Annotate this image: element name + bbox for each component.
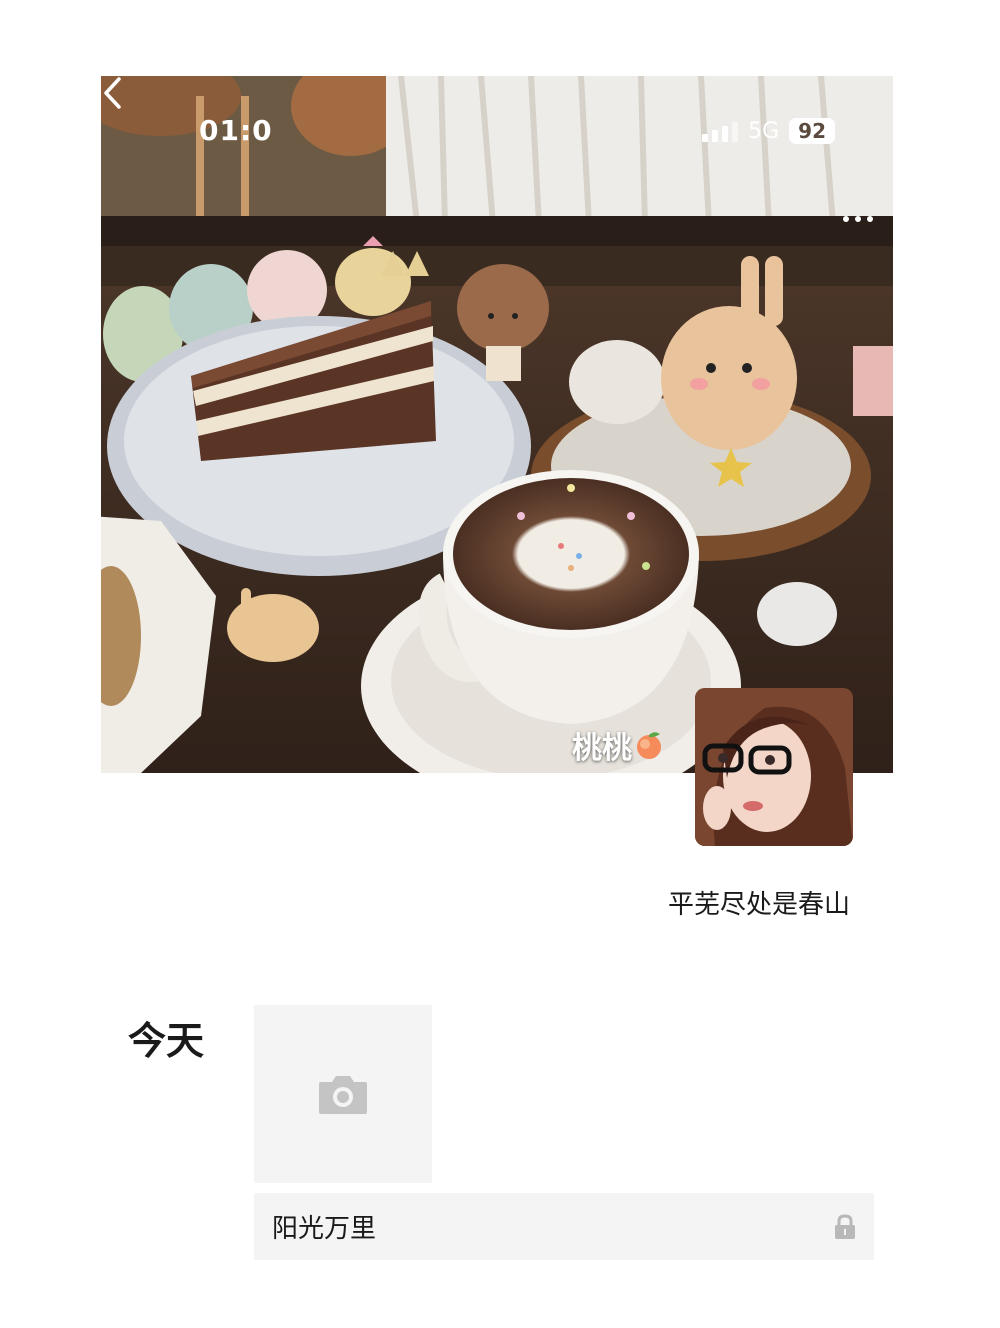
more-dots-icon[interactable] — [843, 216, 873, 222]
cover-photo[interactable]: 01:0 5G 92 — [101, 76, 893, 773]
status-indicators: 5G 92 — [702, 118, 835, 144]
post-photo-button[interactable] — [254, 1005, 432, 1183]
status-time: 01:0 — [199, 114, 273, 147]
date-label: 今天 — [128, 1019, 205, 1063]
lock-icon — [835, 1213, 855, 1239]
network-type: 5G — [748, 118, 780, 144]
back-arrow-icon[interactable] — [101, 76, 125, 110]
post-text: 阳光万里 — [272, 1214, 377, 1244]
battery-indicator: 92 — [789, 118, 835, 144]
signal-icon — [702, 120, 739, 142]
avatar-illustration — [695, 688, 853, 846]
camera-icon — [319, 1076, 367, 1114]
nickname-text: 桃桃 — [572, 731, 632, 766]
profile-signature: 平芜尽处是春山 — [667, 890, 850, 920]
moment-post[interactable]: 阳光万里 — [254, 1193, 874, 1260]
profile-nickname: 桃桃 — [572, 723, 664, 767]
peach-emoji-icon — [637, 732, 661, 759]
cover-photo-illustration — [101, 76, 893, 773]
profile-avatar[interactable] — [695, 688, 853, 846]
